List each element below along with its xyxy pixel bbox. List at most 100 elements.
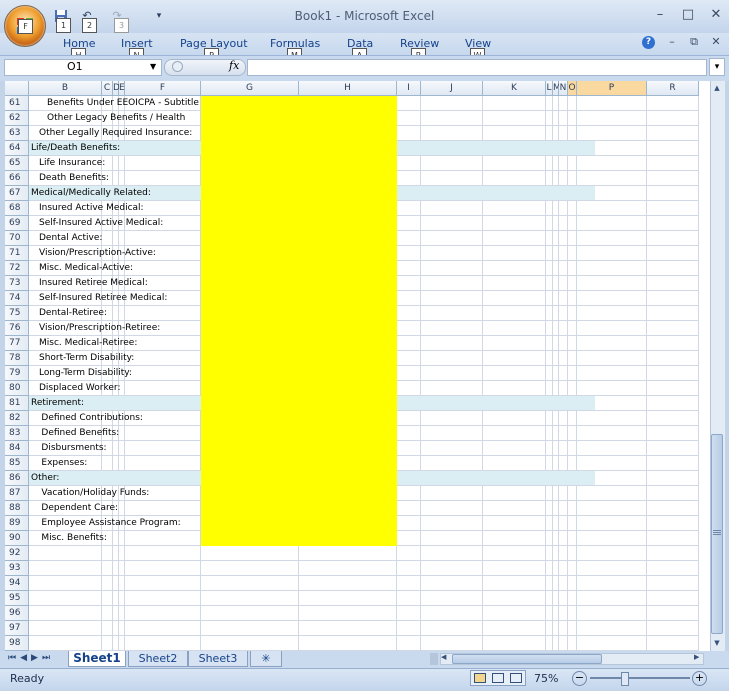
row-header-72[interactable]: 72 <box>5 261 29 276</box>
insert-sheet-icon[interactable]: ✳ <box>250 651 282 667</box>
row-header-78[interactable]: 78 <box>5 351 29 366</box>
row-header-83[interactable]: 83 <box>5 426 29 441</box>
customize-qat-icon[interactable]: ▾ <box>150 7 168 25</box>
page-break-view-icon[interactable] <box>510 673 522 683</box>
column-header-i[interactable]: I <box>397 81 421 96</box>
column-header-r[interactable]: R <box>647 81 699 96</box>
ribbon-close-icon[interactable]: ✕ <box>706 34 726 50</box>
cell-b-74[interactable]: Self-Insured Retiree Medical: <box>39 291 200 306</box>
column-header-j[interactable]: J <box>421 81 483 96</box>
cell-b-73[interactable]: Insured Retiree Medical: <box>39 276 200 291</box>
name-box[interactable]: O1 ▼ <box>4 59 162 76</box>
cell-b-63[interactable]: Other Legally Required Insurance: <box>39 126 200 141</box>
cell-b-70[interactable]: Dental Active: <box>39 231 200 246</box>
row-header-77[interactable]: 77 <box>5 336 29 351</box>
row-header-81[interactable]: 81 <box>5 396 29 411</box>
office-button[interactable]: F <box>4 5 46 47</box>
cell-b-84[interactable]: Disbursments: <box>41 441 200 456</box>
cell-b-85[interactable]: Expenses: <box>41 456 200 471</box>
row-header-79[interactable]: 79 <box>5 366 29 381</box>
scroll-up-icon[interactable]: ▲ <box>711 82 723 94</box>
cell-b-69[interactable]: Self-Insured Active Medical: <box>39 216 200 231</box>
row-header-80[interactable]: 80 <box>5 381 29 396</box>
cell-b-61[interactable]: Benefits Under EEOICPA - Subtitle <box>47 96 200 111</box>
insert-function-icon[interactable]: fx <box>229 59 239 72</box>
cell-b-88[interactable]: Dependent Care: <box>41 501 200 516</box>
maximize-icon[interactable]: □ <box>678 7 698 23</box>
cell-b-81[interactable]: Retirement: <box>31 396 200 411</box>
row-header-89[interactable]: 89 <box>5 516 29 531</box>
cell-b-80[interactable]: Displaced Worker: <box>39 381 200 396</box>
row-header-82[interactable]: 82 <box>5 411 29 426</box>
cell-b-72[interactable]: Misc. Medical-Active: <box>39 261 200 276</box>
row-header-96[interactable]: 96 <box>5 606 29 621</box>
normal-view-icon[interactable] <box>474 673 486 683</box>
cell-b-75[interactable]: Dental-Retiree: <box>39 306 200 321</box>
column-header-g[interactable]: G <box>201 81 299 96</box>
row-header-71[interactable]: 71 <box>5 246 29 261</box>
row-header-74[interactable]: 74 <box>5 291 29 306</box>
cell-b-76[interactable]: Vision/Prescription-Retiree: <box>39 321 200 336</box>
row-header-95[interactable]: 95 <box>5 591 29 606</box>
select-all-corner[interactable] <box>5 81 29 96</box>
cell-b-89[interactable]: Employee Assistance Program: <box>41 516 200 531</box>
cell-b-67[interactable]: Medical/Medically Related: <box>31 186 200 201</box>
sheet-nav-icons[interactable]: ⏮◀▶⏭ <box>8 653 54 663</box>
help-icon[interactable]: ? <box>642 36 655 49</box>
row-header-86[interactable]: 86 <box>5 471 29 486</box>
sheet-tab-sheet3[interactable]: Sheet3 <box>188 651 248 667</box>
scroll-down-icon[interactable]: ▼ <box>711 637 723 649</box>
column-header-k[interactable]: K <box>483 81 546 96</box>
cell-b-90[interactable]: Misc. Benefits: <box>41 531 200 546</box>
cell-b-77[interactable]: Misc. Medical-Retiree: <box>39 336 200 351</box>
cell-b-62[interactable]: Other Legacy Benefits / Health <box>47 111 200 126</box>
row-header-88[interactable]: 88 <box>5 501 29 516</box>
row-header-98[interactable]: 98 <box>5 636 29 651</box>
row-header-76[interactable]: 76 <box>5 321 29 336</box>
cell-b-83[interactable]: Defined Benefits: <box>41 426 200 441</box>
sheet-tab-sheet2[interactable]: Sheet2 <box>128 651 188 667</box>
row-header-64[interactable]: 64 <box>5 141 29 156</box>
ribbon-minimize-icon[interactable]: – <box>662 34 682 50</box>
zoom-out-icon[interactable]: − <box>572 671 587 686</box>
column-header-l[interactable]: L <box>546 81 553 96</box>
page-layout-view-icon[interactable] <box>492 673 504 683</box>
column-header-h[interactable]: H <box>299 81 397 96</box>
scroll-left-icon[interactable]: ◀ <box>441 653 446 661</box>
row-header-87[interactable]: 87 <box>5 486 29 501</box>
row-header-90[interactable]: 90 <box>5 531 29 546</box>
cell-b-68[interactable]: Insured Active Medical: <box>39 201 200 216</box>
tab-split-handle[interactable] <box>430 653 438 665</box>
row-header-75[interactable]: 75 <box>5 306 29 321</box>
vertical-scroll-thumb[interactable] <box>711 434 723 634</box>
column-header-f[interactable]: F <box>125 81 201 96</box>
row-header-70[interactable]: 70 <box>5 231 29 246</box>
ribbon-restore-icon[interactable]: ⧉ <box>684 34 704 50</box>
worksheet-grid[interactable]: Benefits Under EEOICPA - Subtitle Other L… <box>5 81 710 651</box>
cell-b-71[interactable]: Vision/Prescription-Active: <box>39 246 200 261</box>
formula-input[interactable] <box>247 59 707 76</box>
row-header-62[interactable]: 62 <box>5 111 29 126</box>
row-header-61[interactable]: 61 <box>5 96 29 111</box>
row-header-67[interactable]: 67 <box>5 186 29 201</box>
row-header-69[interactable]: 69 <box>5 216 29 231</box>
column-header-n[interactable]: N <box>559 81 568 96</box>
row-header-93[interactable]: 93 <box>5 561 29 576</box>
row-header-68[interactable]: 68 <box>5 201 29 216</box>
column-header-b[interactable]: B <box>29 81 102 96</box>
row-header-66[interactable]: 66 <box>5 171 29 186</box>
row-header-92[interactable]: 92 <box>5 546 29 561</box>
row-header-73[interactable]: 73 <box>5 276 29 291</box>
cell-b-82[interactable]: Defined Contributions: <box>41 411 200 426</box>
column-header-p[interactable]: P <box>577 81 647 96</box>
close-icon[interactable]: ✕ <box>706 7 726 23</box>
cell-b-86[interactable]: Other: <box>31 471 200 486</box>
name-box-dropdown-icon[interactable]: ▼ <box>150 62 156 71</box>
row-header-97[interactable]: 97 <box>5 621 29 636</box>
column-header-c[interactable]: C <box>102 81 113 96</box>
zoom-level[interactable]: 75% <box>534 672 558 685</box>
row-header-94[interactable]: 94 <box>5 576 29 591</box>
row-header-63[interactable]: 63 <box>5 126 29 141</box>
expand-handle-icon[interactable] <box>172 61 183 72</box>
column-header-o[interactable]: O <box>568 81 577 96</box>
